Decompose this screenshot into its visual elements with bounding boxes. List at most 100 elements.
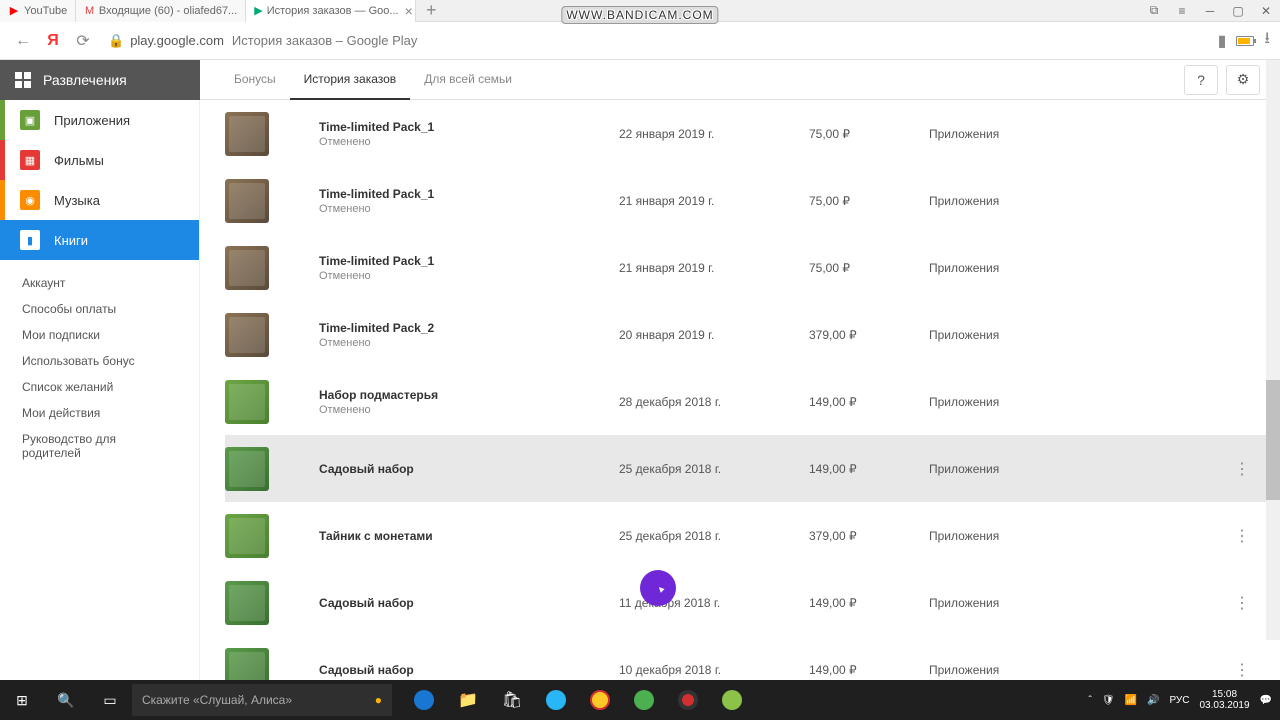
- sidebar-link[interactable]: Способы оплаты: [0, 296, 199, 322]
- order-row[interactable]: Садовый набор10 декабря 2018 г.149,00 ₽П…: [225, 636, 1280, 680]
- taskbar-app-whatsapp[interactable]: [622, 680, 666, 720]
- order-name-col: Time-limited Pack_2Отменено: [319, 321, 619, 349]
- menu-icon[interactable]: ≡: [1168, 0, 1196, 22]
- tray-language[interactable]: РУС: [1169, 695, 1189, 706]
- scrollbar-thumb[interactable]: [1266, 380, 1280, 500]
- more-menu-icon[interactable]: ⋮: [1234, 526, 1250, 546]
- play-section-header[interactable]: Развлечения: [0, 60, 200, 100]
- taskbar-app-bandicam[interactable]: [666, 680, 710, 720]
- sidebar-item-books[interactable]: ▮Книги: [0, 220, 199, 260]
- order-row[interactable]: Садовый набор11 декабря 2018 г.149,00 ₽П…: [225, 569, 1280, 636]
- url-title: История заказов – Google Play: [232, 33, 418, 48]
- cursor-indicator: [640, 570, 676, 606]
- yandex-icon[interactable]: Я: [40, 28, 66, 54]
- order-title: Садовый набор: [319, 663, 619, 677]
- reload-button[interactable]: ⟳: [70, 28, 96, 54]
- order-row[interactable]: Набор подмастерьяОтменено28 декабря 2018…: [225, 368, 1280, 435]
- taskbar-app-game[interactable]: [710, 680, 754, 720]
- sidebar-item-music[interactable]: ◉Музыка: [0, 180, 199, 220]
- order-status: Отменено: [319, 270, 619, 282]
- assistant-search[interactable]: Скажите «Слушай, Алиса» ●: [132, 684, 392, 716]
- start-button[interactable]: ⊞: [0, 680, 44, 720]
- minimize-button[interactable]: ─: [1196, 0, 1224, 22]
- maximize-button[interactable]: ▢: [1224, 0, 1252, 22]
- taskbar-app-edge[interactable]: [402, 680, 446, 720]
- help-button[interactable]: ?: [1184, 65, 1218, 95]
- sidebar-link[interactable]: Использовать бонус: [0, 348, 199, 374]
- task-view-icon[interactable]: ▭: [88, 680, 132, 720]
- order-title: Тайник с монетами: [319, 529, 619, 543]
- sidebar-item-label: Музыка: [54, 193, 100, 208]
- tray-clock[interactable]: 15:08 03.03.2019: [1199, 689, 1249, 711]
- tab-order-history[interactable]: История заказов: [290, 60, 411, 100]
- order-status: Отменено: [319, 136, 619, 148]
- gear-icon: ⚙: [1237, 71, 1250, 88]
- tab-family[interactable]: Для всей семьи: [410, 60, 526, 100]
- browser-tab-gmail[interactable]: M Входящие (60) - oliafed67...: [76, 0, 246, 22]
- order-row[interactable]: Time-limited Pack_2Отменено20 января 201…: [225, 301, 1280, 368]
- order-price: 379,00 ₽: [809, 529, 929, 543]
- pin-icon[interactable]: ⧉: [1140, 0, 1168, 22]
- sidebar-link[interactable]: Руководство для родителей: [0, 426, 199, 466]
- bookmark-icon[interactable]: ▮: [1218, 31, 1227, 51]
- back-button[interactable]: ←: [10, 28, 36, 54]
- downloads-icon[interactable]: ⭳: [1264, 27, 1270, 54]
- tray-notifications-icon[interactable]: 💬: [1260, 695, 1272, 706]
- sidebar-link[interactable]: Мои подписки: [0, 322, 199, 348]
- order-category: Приложения: [929, 596, 1049, 610]
- more-menu-icon[interactable]: ⋮: [1234, 660, 1250, 680]
- order-date: 25 декабря 2018 г.: [619, 462, 809, 476]
- close-button[interactable]: ✕: [1252, 0, 1280, 22]
- order-price: 149,00 ₽: [809, 462, 929, 476]
- order-price: 379,00 ₽: [809, 328, 929, 342]
- tray-network-icon[interactable]: 📶: [1125, 695, 1137, 706]
- order-status: Отменено: [319, 203, 619, 215]
- order-category: Приложения: [929, 127, 1049, 141]
- tray-defender-icon[interactable]: 🛡: [1102, 695, 1115, 706]
- sidebar-item-movies[interactable]: ▦ Фильмы: [0, 140, 199, 180]
- sidebar: ▣Приложения ▦ Фильмы ◉Музыка ▮Книги Аккау…: [0, 100, 200, 680]
- order-category: Приложения: [929, 194, 1049, 208]
- order-thumbnail: [225, 380, 269, 424]
- order-category: Приложения: [929, 462, 1049, 476]
- browser-tab-play[interactable]: ▶ История заказов — Goo... ×: [246, 0, 416, 22]
- order-name-col: Time-limited Pack_1Отменено: [319, 120, 619, 148]
- tray-chevron-icon[interactable]: ˆ: [1089, 695, 1092, 706]
- sidebar-link[interactable]: Аккаунт: [0, 270, 199, 296]
- tab-bonuses[interactable]: Бонусы: [220, 60, 290, 100]
- order-row[interactable]: Time-limited Pack_1Отменено22 января 201…: [225, 100, 1280, 167]
- order-thumbnail: [225, 447, 269, 491]
- entertainment-label: Развлечения: [43, 72, 127, 88]
- order-row[interactable]: Тайник с монетами25 декабря 2018 г.379,0…: [225, 502, 1280, 569]
- order-title: Набор подмастерья: [319, 388, 619, 402]
- search-icon[interactable]: 🔍: [44, 680, 88, 720]
- mic-icon[interactable]: ●: [375, 693, 382, 707]
- sidebar-item-label: Фильмы: [54, 153, 104, 168]
- order-date: 21 января 2019 г.: [619, 261, 809, 275]
- browser-tab-youtube[interactable]: ▶ YouTube: [0, 0, 76, 22]
- taskbar-app-yandex[interactable]: [578, 680, 622, 720]
- battery-icon: [1236, 36, 1254, 46]
- settings-button[interactable]: ⚙: [1226, 65, 1260, 95]
- tray-volume-icon[interactable]: 🔊: [1147, 695, 1159, 706]
- order-thumbnail: [225, 648, 269, 681]
- order-title: Садовый набор: [319, 462, 619, 476]
- film-icon: ▦: [20, 150, 40, 170]
- taskbar-app-explorer[interactable]: 📁: [446, 680, 490, 720]
- order-name-col: Time-limited Pack_1Отменено: [319, 254, 619, 282]
- more-menu-icon[interactable]: ⋮: [1234, 459, 1250, 479]
- order-date: 25 декабря 2018 г.: [619, 529, 809, 543]
- new-tab-button[interactable]: +: [416, 0, 446, 21]
- sidebar-link[interactable]: Мои действия: [0, 400, 199, 426]
- order-row[interactable]: Time-limited Pack_1Отменено21 января 201…: [225, 234, 1280, 301]
- url-field[interactable]: 🔒 play.google.com История заказов – Goog…: [100, 33, 1218, 49]
- scrollbar[interactable]: [1266, 60, 1280, 640]
- order-row[interactable]: Садовый набор25 декабря 2018 г.149,00 ₽П…: [225, 435, 1280, 502]
- sidebar-link[interactable]: Список желаний: [0, 374, 199, 400]
- taskbar-app-telegram[interactable]: [534, 680, 578, 720]
- close-icon[interactable]: ×: [405, 3, 413, 19]
- order-row[interactable]: Time-limited Pack_1Отменено21 января 201…: [225, 167, 1280, 234]
- more-menu-icon[interactable]: ⋮: [1234, 593, 1250, 613]
- sidebar-item-apps[interactable]: ▣Приложения: [0, 100, 199, 140]
- taskbar-app-store[interactable]: 🛍: [490, 680, 534, 720]
